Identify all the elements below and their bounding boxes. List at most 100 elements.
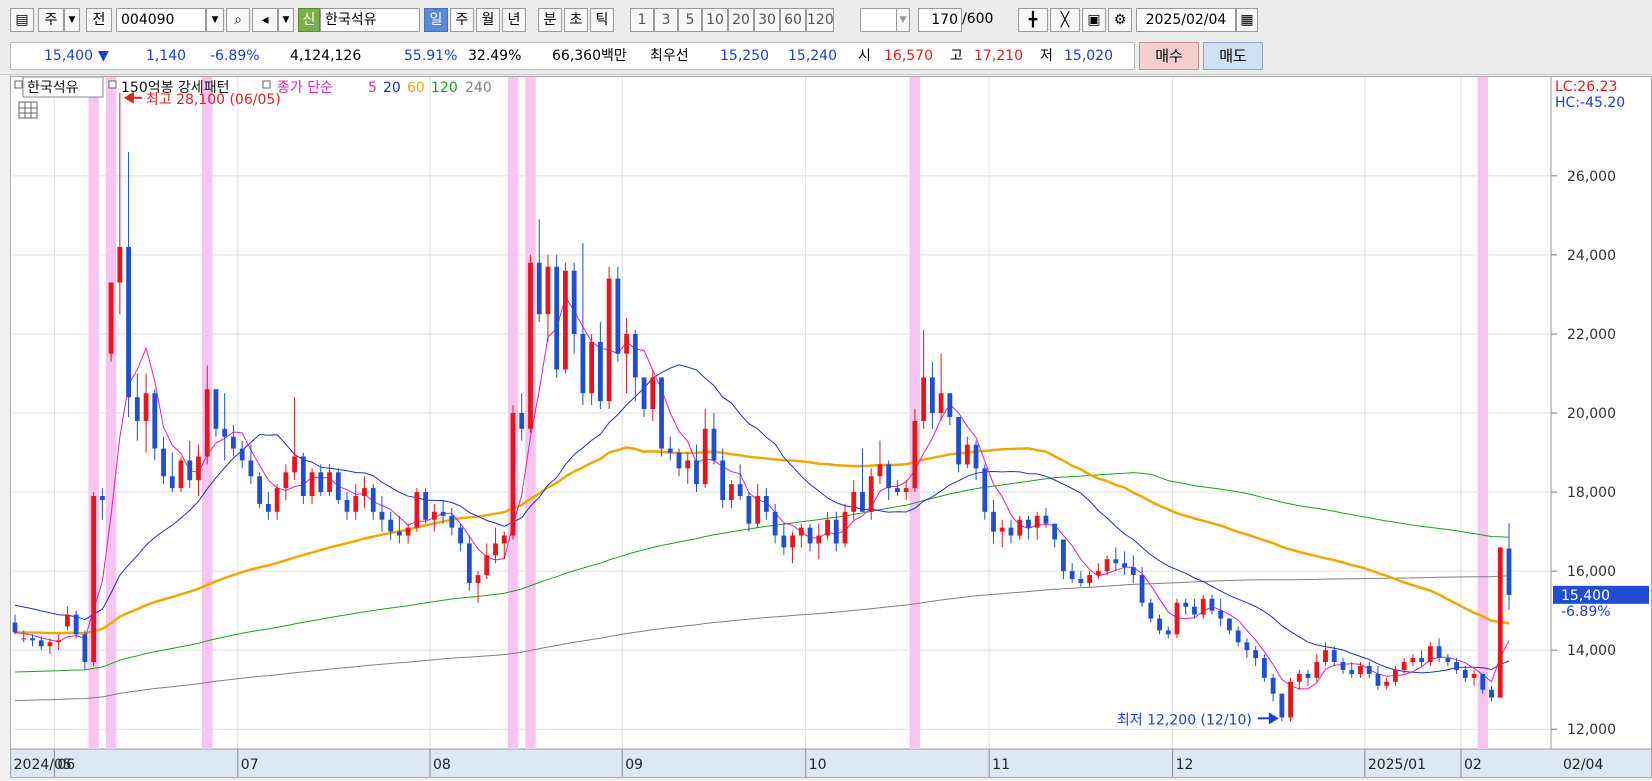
- interval-button-30[interactable]: 30: [754, 8, 780, 32]
- candle-body: [265, 503, 271, 512]
- candle-body: [1349, 669, 1355, 674]
- low-annotation: 최저 12,200 (12/10): [1117, 712, 1252, 728]
- candle-body: [178, 460, 184, 489]
- legend-box-icon: [108, 80, 117, 89]
- candle-body: [729, 484, 734, 500]
- candle-body: [493, 543, 498, 556]
- candle-body: [126, 246, 131, 398]
- candle-body: [21, 638, 27, 640]
- period-button-4[interactable]: 분: [538, 8, 562, 32]
- candle-body: [964, 444, 970, 465]
- interval-button-20[interactable]: 20: [728, 8, 754, 32]
- candle-body: [423, 492, 429, 520]
- market-dropdown-icon[interactable]: ▼: [64, 8, 80, 32]
- candle-body: [222, 428, 228, 437]
- date-input[interactable]: 2025/02/04: [1136, 8, 1236, 32]
- candle-body: [47, 642, 53, 647]
- candle-body: [676, 452, 682, 469]
- candle-body: [1261, 658, 1267, 678]
- candle-body: [536, 262, 542, 315]
- candle-body: [833, 519, 839, 544]
- calendar-icon[interactable]: ▦: [1236, 8, 1258, 32]
- search-icon[interactable]: ⌕: [226, 8, 250, 32]
- candle-body: [292, 456, 297, 473]
- interval-button-1[interactable]: 1: [630, 8, 654, 32]
- chart-panel[interactable]: 12,000 14,000 16,000 18,000 20,000 22,000 24,0…: [10, 76, 1652, 778]
- candle-body: [440, 511, 446, 516]
- period-button-5[interactable]: 초: [564, 8, 588, 32]
- x-tick-label: 02: [1464, 757, 1482, 773]
- code-dropdown-icon[interactable]: ▼: [206, 8, 224, 32]
- y-tick-label: 18,000: [1567, 485, 1616, 501]
- gear-icon[interactable]: ⚙: [1108, 8, 1132, 32]
- speaker-icon[interactable]: ◂: [252, 8, 278, 32]
- blank-dropdown-icon[interactable]: ▼: [896, 8, 910, 32]
- interval-button-10[interactable]: 10: [702, 8, 728, 32]
- candle-body: [82, 634, 88, 663]
- period-button-2[interactable]: 월: [476, 8, 500, 32]
- candle-body: [1192, 606, 1197, 615]
- interval-button-3[interactable]: 3: [654, 8, 678, 32]
- candle-body: [449, 515, 455, 528]
- period-button-0[interactable]: 일: [424, 8, 448, 32]
- period-button-3[interactable]: 년: [502, 8, 526, 32]
- last-change-label: -6.89%: [1561, 604, 1611, 620]
- interval-button-5[interactable]: 5: [678, 8, 702, 32]
- interval-button-60[interactable]: 60: [780, 8, 806, 32]
- period-type-select[interactable]: 전: [86, 8, 112, 32]
- period-button-1[interactable]: 주: [450, 8, 474, 32]
- pattern-highlight: [105, 77, 117, 749]
- interval-button-120[interactable]: 120: [806, 8, 834, 32]
- x-tick-label: 08: [433, 757, 451, 773]
- speaker-dropdown-icon[interactable]: ▼: [278, 8, 294, 32]
- grid-toggle-icon: [18, 101, 38, 119]
- candle-type-icon[interactable]: ╋: [1018, 8, 1048, 32]
- drawing-tool-icon[interactable]: ╳: [1050, 8, 1080, 32]
- candle-body: [248, 460, 254, 477]
- open-price: 16,570: [884, 48, 933, 64]
- chart-menu-icon[interactable]: ▤: [10, 8, 34, 32]
- candle-body: [763, 496, 769, 512]
- candle-body: [982, 468, 988, 512]
- pattern-highlight: [1477, 77, 1489, 749]
- candle-body: [685, 460, 691, 469]
- price-chart[interactable]: 12,000 14,000 16,000 18,000 20,000 22,000 24,0…: [10, 76, 1651, 777]
- candle-body: [1235, 630, 1241, 643]
- stock-code-input[interactable]: 004090: [116, 8, 206, 32]
- candle-body: [632, 333, 638, 378]
- change-arrow-icon: ▼: [98, 48, 109, 64]
- candle-body: [720, 460, 726, 500]
- candle-body: [283, 472, 289, 489]
- market-select[interactable]: 주: [38, 8, 64, 32]
- candle-body: [231, 436, 236, 449]
- candle-body: [38, 640, 44, 647]
- buy-button[interactable]: 매수: [1139, 42, 1199, 70]
- legend-stock-name: 한국석유: [27, 80, 79, 96]
- candle-body: [1087, 575, 1093, 583]
- candle-body: [589, 341, 595, 394]
- candle-body: [851, 492, 857, 512]
- top-toolbar: ▤ 주 ▼ 전 004090 ▼ ⌕ ◂ ▼ 신 한국석유 일주월년분초틱 13…: [0, 0, 1652, 41]
- save-icon[interactable]: ▣: [1082, 8, 1106, 32]
- x-tick-label: 10: [809, 757, 827, 773]
- candle-body: [545, 266, 551, 315]
- period-button-6[interactable]: 틱: [590, 8, 614, 32]
- sell-button[interactable]: 매도: [1203, 42, 1263, 70]
- candle-body: [1157, 618, 1162, 631]
- low-arrow-icon: [1268, 712, 1279, 725]
- candle-body: [886, 464, 892, 489]
- candle-body: [659, 377, 664, 449]
- candle-body: [1130, 567, 1136, 576]
- low-label: 저: [1040, 48, 1053, 64]
- x-tick-label: 06: [57, 757, 75, 773]
- count-input[interactable]: 170: [918, 8, 962, 32]
- candle-body: [1288, 681, 1293, 718]
- y-tick-label: 22,000: [1567, 327, 1616, 343]
- candle-body: [99, 496, 105, 500]
- candle-body: [1454, 662, 1459, 670]
- candle-body: [300, 456, 306, 497]
- candle-body: [798, 527, 804, 536]
- legend-ma20: 20: [383, 80, 401, 96]
- candle-body: [161, 448, 166, 477]
- legend-pattern: 150억봉 강세패턴: [121, 80, 229, 96]
